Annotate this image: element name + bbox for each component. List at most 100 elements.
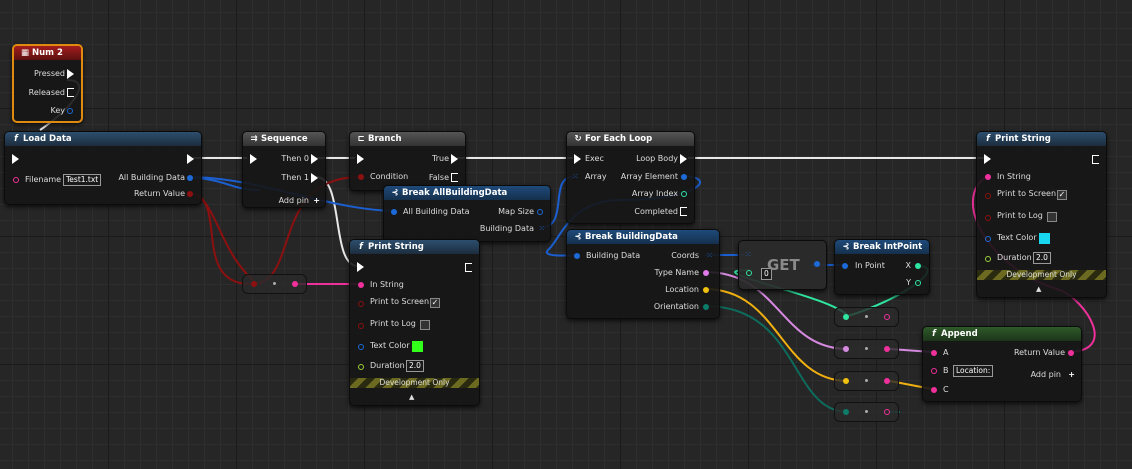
struct-pin[interactable] [391,209,397,215]
exec-out-pin[interactable] [451,154,458,164]
exec-out-pin[interactable] [451,173,458,182]
array-grid-icon[interactable]: ⁙ [706,250,713,262]
conversion-node-int-to-string[interactable] [834,307,899,327]
filename-input[interactable]: Test1.txt [63,174,102,186]
string-pin[interactable] [931,350,937,356]
string-pin[interactable] [358,282,364,288]
pin-label: Array [585,172,607,181]
node-num2[interactable]: ▦ Num 2 Pressed Released Key [12,44,83,123]
string-pin[interactable] [292,281,298,287]
node-get[interactable]: ⁙ 0 GET [738,240,827,290]
duration-input[interactable]: 2.0 [406,360,424,372]
string-pin[interactable] [13,177,19,183]
exec-in-pin[interactable] [357,262,364,272]
exec-in-pin[interactable] [574,154,581,164]
print-to-log-checkbox[interactable] [420,320,430,330]
node-load-data[interactable]: f Load Data Filename Test1.txt All Buildi… [4,131,202,205]
rotator-pin[interactable] [843,409,849,415]
float-pin[interactable] [358,364,364,370]
int-pin[interactable] [681,191,687,197]
struct-pin[interactable] [681,174,687,180]
int-pin[interactable] [746,270,752,276]
rotator-pin[interactable] [703,304,709,310]
sequence-icon: ⇉ [250,134,258,144]
color-pin[interactable] [358,344,364,350]
string-pin[interactable] [884,409,890,415]
exec-out-pin[interactable] [67,88,74,97]
b-input[interactable]: Location: [953,365,994,377]
exec-in-pin[interactable] [984,154,991,164]
bool-pin[interactable] [985,193,991,199]
int-pin[interactable] [843,314,849,320]
bool-pin[interactable] [358,323,364,329]
vector-pin[interactable] [703,287,709,293]
struct-pin[interactable] [574,253,580,259]
plus-icon[interactable]: + [313,195,320,207]
struct-pin[interactable] [814,261,820,267]
array-grid-icon[interactable]: ⁙ [572,171,579,183]
string-pin[interactable] [931,368,937,374]
conversion-node-rotator-to-string[interactable] [834,402,899,422]
exec-out-pin[interactable] [680,207,687,216]
print-to-log-checkbox[interactable] [1047,212,1057,222]
text-pin[interactable] [703,270,709,276]
color-pin[interactable] [985,236,991,242]
node-branch[interactable]: ⊏ Branch True Condition False [349,131,466,191]
node-print-string-2[interactable]: f Print String In String Print to Screen … [976,131,1107,298]
text-pin[interactable] [843,346,849,352]
exec-out-pin[interactable] [187,154,194,164]
expand-arrow-icon[interactable]: ▲ [409,391,414,403]
print-to-screen-checkbox[interactable]: ✓ [1057,190,1067,200]
bool-pin[interactable] [358,174,364,180]
string-pin[interactable] [1068,350,1074,356]
exec-out-pin[interactable] [67,69,74,79]
bool-pin[interactable] [985,215,991,221]
node-break-allbuildingdata[interactable]: ⊰ Break AllBuildingData All Building Data… [383,185,551,242]
node-sequence[interactable]: ⇉ Sequence Then 0 Then 1 Add pin + [242,131,326,208]
bool-pin[interactable] [187,191,193,197]
node-break-intpoint[interactable]: ⊰ Break IntPoint In Point X Y [834,239,930,295]
add-pin-button[interactable]: Add pin [279,195,309,207]
expand-arrow-icon[interactable]: ▲ [1036,283,1041,295]
pin-label: Then 1 [281,173,309,182]
conversion-node-text-to-string[interactable] [834,339,899,359]
struct-pin[interactable] [537,209,543,215]
exec-out-pin[interactable] [311,154,318,164]
exec-out-pin[interactable] [680,154,687,164]
node-append[interactable]: f Append A Return Value B Location: Add p… [922,326,1082,402]
int-pin[interactable] [915,263,921,269]
text-color-swatch[interactable] [1039,233,1050,244]
exec-in-pin[interactable] [250,154,257,164]
node-break-buildingdata[interactable]: ⊰ Break BuildingData Building Data Coords… [566,229,720,319]
text-color-swatch[interactable] [412,341,423,352]
vector-pin[interactable] [843,378,849,384]
string-pin[interactable] [884,378,890,384]
struct-pin[interactable] [842,263,848,269]
exec-in-pin[interactable] [357,154,364,164]
plus-icon[interactable]: + [1068,369,1075,381]
struct-pin[interactable] [67,108,73,114]
int-pin[interactable] [915,280,921,286]
conversion-node-bool-to-string[interactable] [242,274,307,294]
float-pin[interactable] [985,256,991,262]
bool-pin[interactable] [358,301,364,307]
add-pin-button[interactable]: Add pin [1031,369,1061,381]
node-print-string-1[interactable]: f Print String In String Print to Screen … [349,239,480,406]
node-for-each-loop[interactable]: ↻ For Each Loop Exec Loop Body ⁙ Array Ar… [566,131,695,224]
string-pin[interactable] [884,314,890,320]
struct-pin[interactable] [187,175,193,181]
string-pin[interactable] [884,346,890,352]
array-grid-icon[interactable]: ⁙ [538,223,545,235]
bool-pin[interactable] [251,281,257,287]
exec-out-pin[interactable] [311,173,318,183]
conversion-node-vector-to-string[interactable] [834,371,899,391]
duration-input[interactable]: 2.0 [1033,252,1051,264]
string-pin[interactable] [931,387,937,393]
array-grid-icon[interactable]: ⁙ [745,249,752,261]
exec-out-pin[interactable] [1092,155,1099,164]
string-pin[interactable] [985,174,991,180]
exec-in-pin[interactable] [12,154,19,164]
print-to-screen-checkbox[interactable]: ✓ [430,298,440,308]
exec-out-pin[interactable] [465,263,472,272]
break-struct-icon: ⊰ [842,242,850,252]
